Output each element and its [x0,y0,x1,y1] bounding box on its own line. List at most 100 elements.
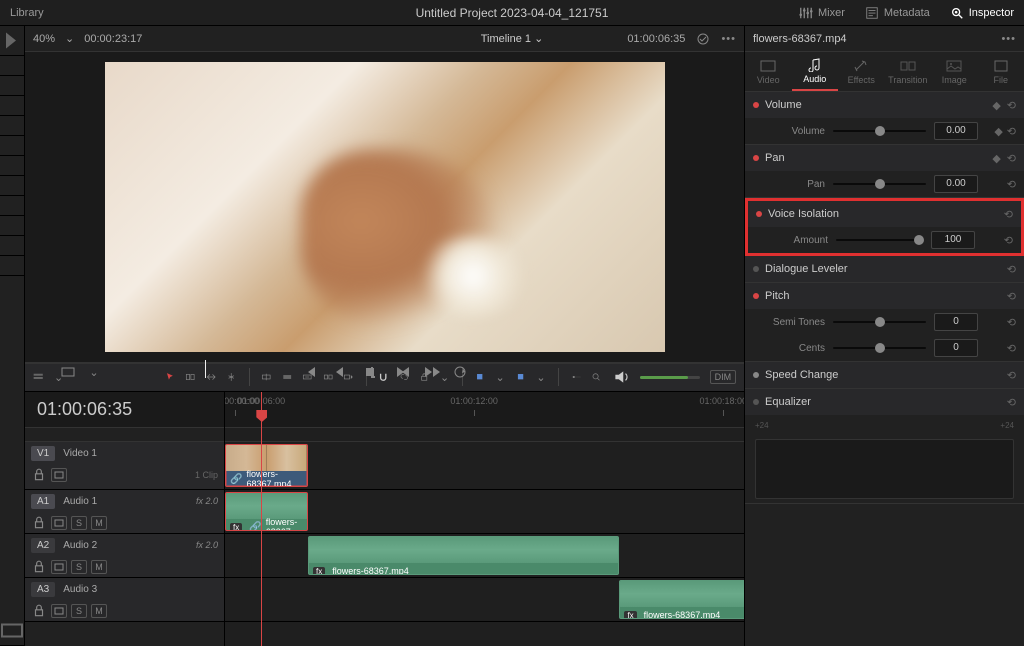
enable-dot-icon[interactable] [753,293,759,299]
reset-icon[interactable]: ⟲ [1007,178,1016,191]
mute-button[interactable]: M [91,560,107,574]
timeline-timecode[interactable]: 01:00:06:35 [25,392,224,428]
voice-isolation-value[interactable]: 100 [931,231,975,249]
lock-track-icon[interactable] [31,516,47,530]
tab-transition[interactable]: Transition [885,52,932,91]
semi-tones-slider[interactable] [833,321,926,323]
auto-select-icon[interactable] [51,516,67,530]
video-clip[interactable]: 🔗flowers-68367.mp4 [225,444,308,487]
jump-start-icon[interactable] [302,364,318,380]
keyframe-icon[interactable]: ◆ [992,152,1000,165]
viewer-options-icon[interactable]: ••• [721,33,736,45]
auto-select-icon[interactable] [51,604,67,618]
tab-effects[interactable]: Effects [838,52,885,91]
timeline-name[interactable]: Timeline 1 ⌄ [481,32,544,45]
mute-button[interactable]: M [91,604,107,618]
mark-in-icon[interactable] [368,364,384,380]
tab-audio[interactable]: Audio [792,52,839,91]
enable-dot-icon[interactable] [753,155,759,161]
next-edit-icon[interactable] [428,364,444,380]
auto-select-icon[interactable] [51,468,67,482]
dialogue-leveler-header[interactable]: Dialogue Leveler ⟲ [745,256,1024,282]
strip-slot[interactable] [0,216,24,236]
strip-slot[interactable] [0,156,24,176]
cents-slider[interactable] [833,347,926,349]
enable-dot-icon[interactable] [753,372,759,378]
lock-track-icon[interactable] [31,604,47,618]
track-header-a3[interactable]: A3 Audio 3 S M [25,578,224,622]
inspector-button[interactable]: Inspector [940,0,1024,25]
equalizer-header[interactable]: Equalizer ⟲ [745,389,1024,415]
strip-slot[interactable] [0,56,24,76]
strip-slot[interactable] [0,76,24,96]
strip-bottom-icon[interactable] [0,616,24,646]
strip-slot[interactable] [0,176,24,196]
track-tag-a2[interactable]: A2 [31,538,55,553]
strip-slot[interactable] [0,196,24,216]
cents-value[interactable]: 0 [934,339,978,357]
reset-icon[interactable]: ⟲ [1007,290,1016,303]
voice-isolation-header[interactable]: Voice Isolation ⟲ [748,201,1021,227]
loop-icon[interactable] [452,364,468,380]
strip-expand-icon[interactable] [0,26,24,56]
viewer-zoom[interactable]: 40% [33,33,55,45]
reset-icon[interactable]: ⟲ [1007,152,1016,165]
audio-clip[interactable]: fxflowers-68367.mp4 [619,580,744,619]
reset-icon[interactable]: ⟲ [1007,125,1016,138]
strip-slot[interactable] [0,136,24,156]
bypass-fx-icon[interactable] [695,31,711,47]
pitch-header[interactable]: Pitch ⟲ [745,283,1024,309]
strip-slot[interactable] [0,256,24,276]
zoom-dropdown-icon[interactable]: ⌄ [65,32,74,45]
reset-icon[interactable]: ⟲ [1007,396,1016,409]
pan-header[interactable]: Pan ◆⟲ [745,145,1024,171]
solo-button[interactable]: S [71,604,87,618]
pan-slider[interactable] [833,183,926,185]
match-frame-icon[interactable] [60,364,76,380]
voice-isolation-slider[interactable] [836,239,923,241]
solo-button[interactable]: S [71,560,87,574]
tab-video[interactable]: Video [745,52,792,91]
equalizer-graph[interactable] [755,439,1014,499]
playhead[interactable] [261,392,262,646]
safe-area-dropdown-icon[interactable]: ⌄ [86,364,102,380]
enable-dot-icon[interactable] [756,211,762,217]
speed-change-header[interactable]: Speed Change ⟲ [745,362,1024,388]
reset-icon[interactable]: ⟲ [1007,316,1016,329]
mixer-button[interactable]: Mixer [789,0,855,25]
volume-slider[interactable] [833,130,926,132]
track-tag-a3[interactable]: A3 [31,582,55,597]
video-preview[interactable] [105,62,665,352]
audio-clip[interactable]: fx🔗flowers-68367.mp4 [225,492,308,531]
track-header-a1[interactable]: A1 Audio 1 fx 2.0 S M [25,490,224,534]
solo-button[interactable]: S [71,516,87,530]
semi-tones-value[interactable]: 0 [934,313,978,331]
enable-dot-icon[interactable] [753,266,759,272]
monitor-volume-slider[interactable] [640,376,700,379]
track-lane-v1[interactable]: 🔗flowers-68367.mp4 [225,442,744,490]
step-back-icon[interactable] [332,364,348,380]
timeline-ruler[interactable]: 01:00:00:00 01:00:06:00 01:00:12:00 01:0… [225,392,744,428]
track-tag-v1[interactable]: V1 [31,446,55,461]
volume-value[interactable]: 0.00 [934,122,978,140]
viewer-timecode[interactable]: 01:00:06:35 [627,33,685,45]
strip-slot[interactable] [0,116,24,136]
pan-value[interactable]: 0.00 [934,175,978,193]
reset-icon[interactable]: ⟲ [1007,369,1016,382]
reset-icon[interactable]: ⟲ [1007,99,1016,112]
timeline-tracks-area[interactable]: 01:00:00:00 01:00:06:00 01:00:12:00 01:0… [225,392,744,646]
inspector-options-icon[interactable]: ••• [1001,33,1016,45]
track-tag-a1[interactable]: A1 [31,494,55,509]
strip-slot[interactable] [0,236,24,256]
enable-dot-icon[interactable] [753,102,759,108]
auto-select-icon[interactable] [51,560,67,574]
keyframe-icon[interactable]: ◆ [992,99,1000,112]
audio-clip[interactable]: fxflowers-68367.mp4 [308,536,619,575]
volume-header[interactable]: Volume ◆⟲ [745,92,1024,118]
reset-icon[interactable]: ⟲ [1007,263,1016,276]
reset-icon[interactable]: ⟲ [1004,234,1013,247]
strip-slot[interactable] [0,96,24,116]
lock-track-icon[interactable] [31,468,47,482]
reset-icon[interactable]: ⟲ [1004,208,1013,221]
metadata-button[interactable]: Metadata [855,0,940,25]
